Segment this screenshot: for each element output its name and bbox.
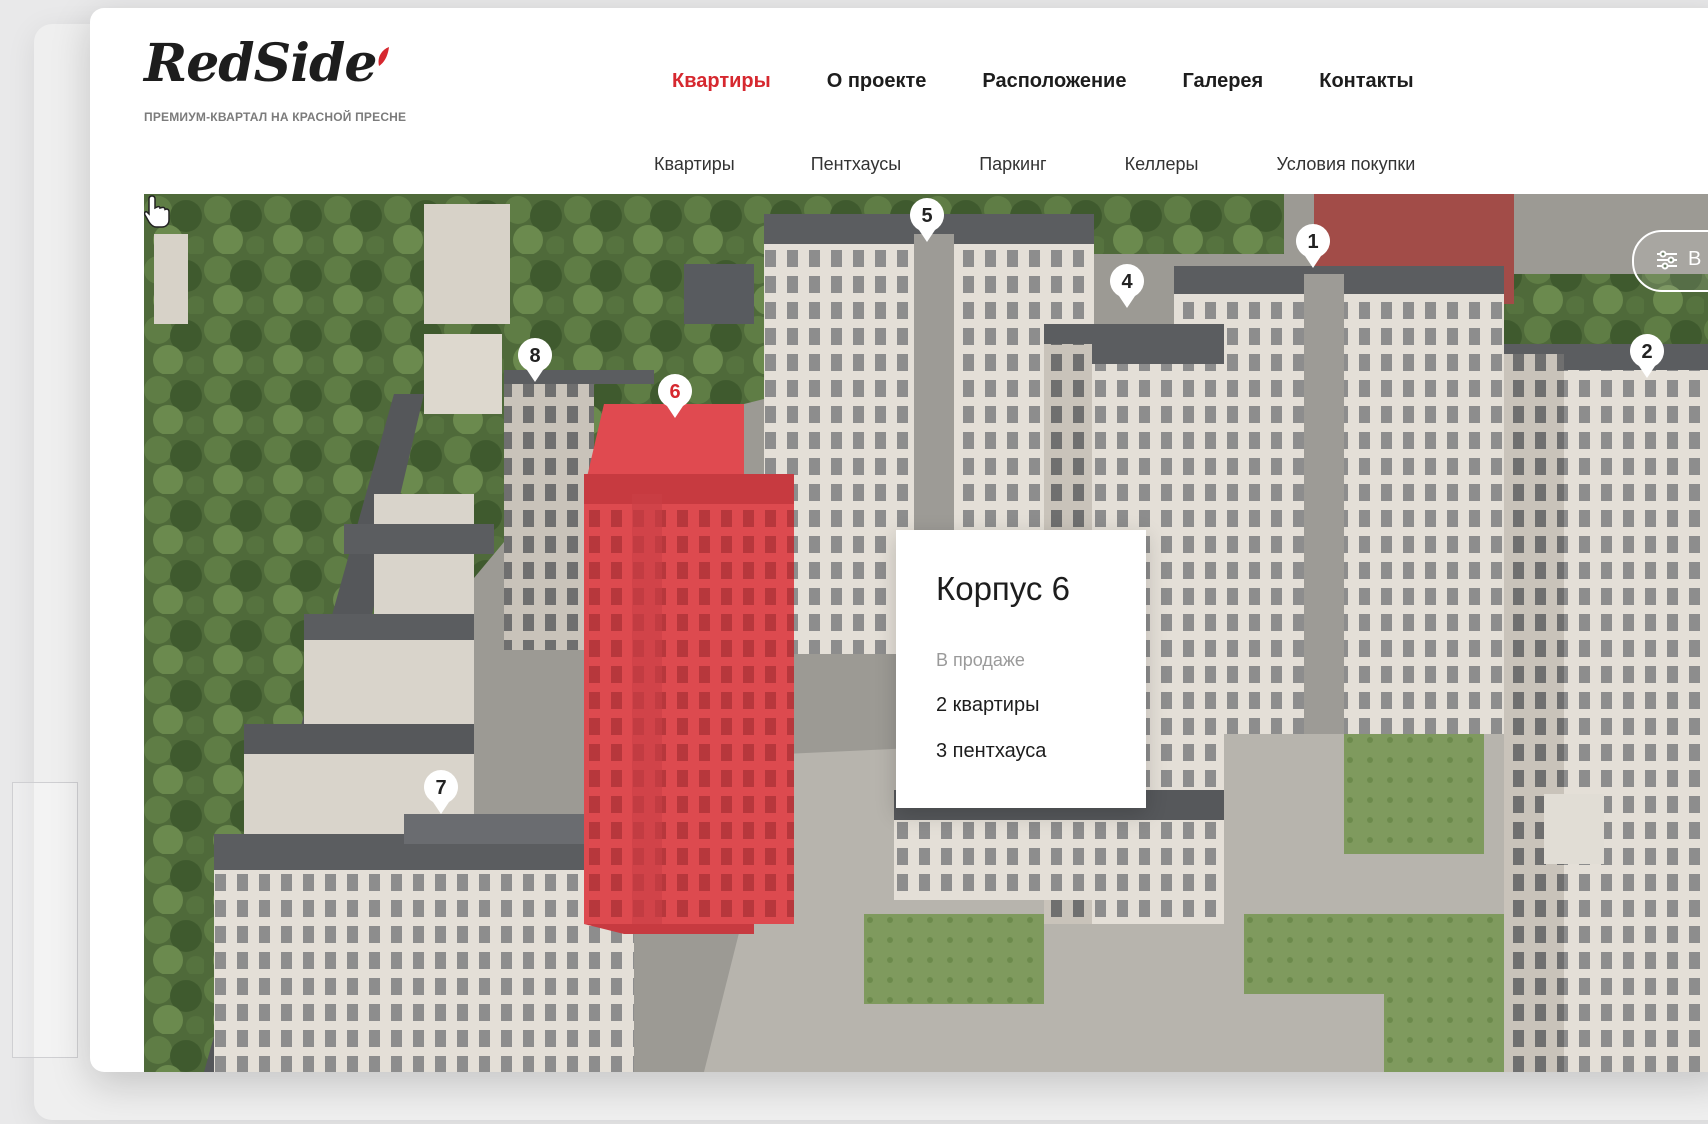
building-marker-8[interactable]: 8 (516, 338, 554, 384)
building-marker-2[interactable]: 2 (1628, 334, 1666, 380)
background-panel (12, 782, 78, 1058)
popup-apartments-count[interactable]: 2 квартиры (936, 694, 1039, 717)
main-nav: Квартиры О проекте Расположение Галерея … (672, 70, 1470, 93)
sliders-icon (1657, 250, 1677, 270)
logo[interactable]: RedSide ПРЕМИУМ-КВАРТАЛ НА КРАСНОЙ ПРЕСН… (144, 33, 406, 125)
building-marker-7[interactable]: 7 (422, 770, 460, 816)
nav-item-gallery[interactable]: Галерея (1182, 70, 1263, 93)
building-marker-6[interactable]: 6 (656, 374, 694, 420)
filter-button[interactable]: В (1632, 230, 1708, 292)
popup-penthouses-count[interactable]: 3 пентхауса (936, 740, 1046, 763)
popup-title: Корпус 6 (936, 570, 1070, 607)
building-marker-5[interactable]: 5 (908, 198, 946, 244)
tagline: ПРЕМИУМ-КВАРТАЛ НА КРАСНОЙ ПРЕСНЕ (144, 110, 407, 124)
building-popup[interactable]: Корпус 6 В продаже 2 квартиры 3 пентхаус… (896, 530, 1146, 808)
building-marker-1[interactable]: 1 (1294, 224, 1332, 270)
nav-item-apartments[interactable]: Квартиры (672, 70, 771, 93)
building-marker-4[interactable]: 4 (1108, 264, 1146, 310)
nav-item-about[interactable]: О проекте (827, 70, 927, 93)
browser-window: RedSide ПРЕМИУМ-КВАРТАЛ НА КРАСНОЙ ПРЕСН… (90, 8, 1708, 1072)
nav-item-location[interactable]: Расположение (982, 70, 1126, 93)
leaf-icon (378, 47, 389, 66)
popup-status: В продаже (936, 650, 1025, 670)
nav-item-contacts[interactable]: Контакты (1319, 70, 1413, 93)
logo-text: RedSide (144, 33, 377, 94)
filter-button-label: В (1688, 248, 1702, 270)
aerial-building-map[interactable]: 1 2 4 5 6 7 8 В Корпус 6 В продаже 2 ква… (144, 194, 1708, 1072)
hand-cursor-icon (144, 195, 170, 228)
